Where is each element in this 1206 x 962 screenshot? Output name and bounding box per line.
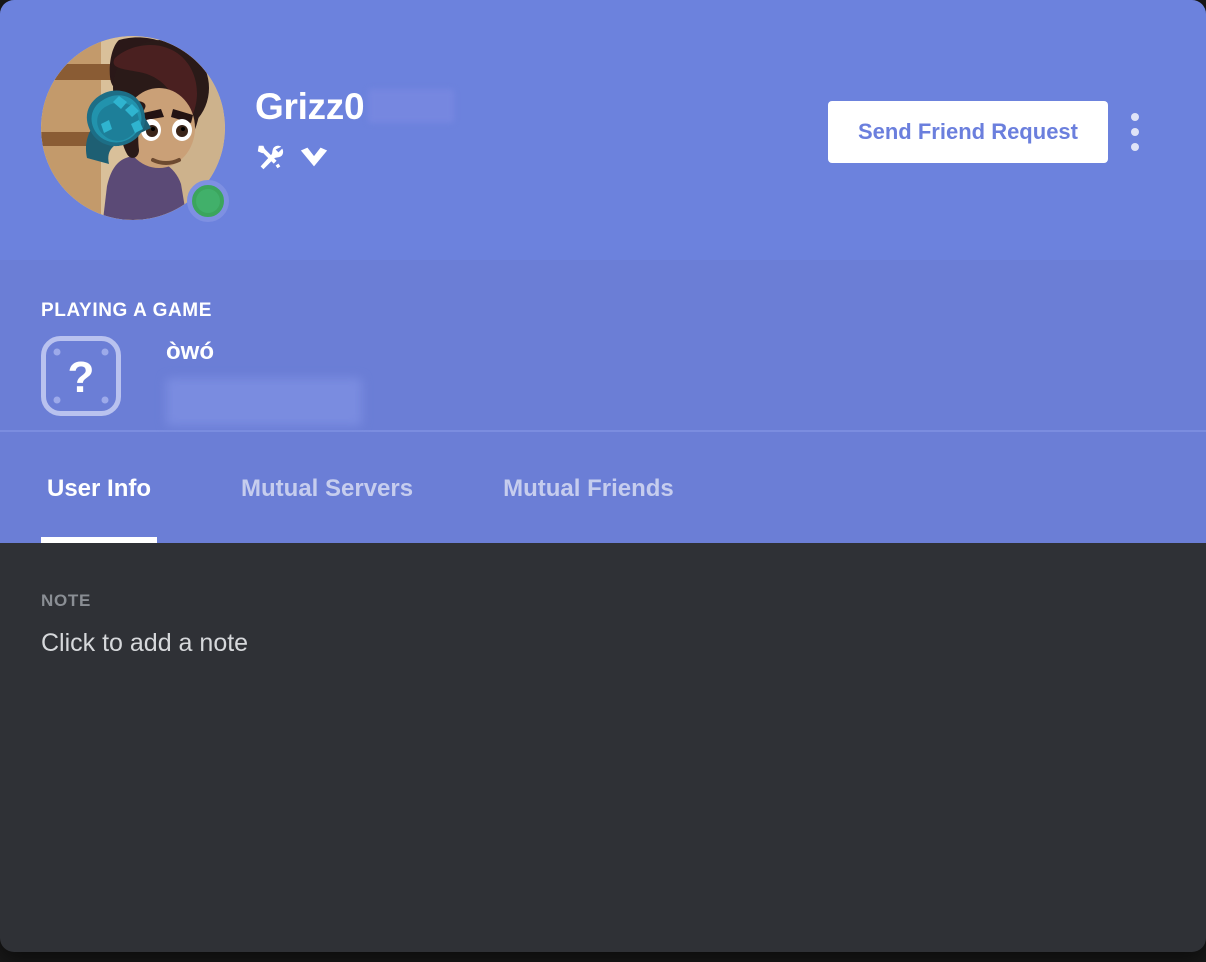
discriminator-redacted: [368, 89, 455, 123]
status-indicator-online: [187, 180, 229, 222]
more-options-icon[interactable]: [1112, 101, 1158, 163]
profile-header: Grizz0 Send Friend Request: [0, 0, 1206, 260]
activity-text: òwó: [166, 336, 362, 426]
note-label: NOTE: [41, 591, 92, 610]
svg-text:?: ?: [68, 353, 95, 402]
tab-mutual-friends[interactable]: Mutual Friends: [497, 432, 680, 543]
more-dot: [1131, 128, 1139, 136]
note-section: NOTE: [0, 543, 1206, 912]
game-name: òwó: [166, 338, 214, 365]
tab-mutual-servers[interactable]: Mutual Servers: [235, 432, 419, 543]
screen: Grizz0 Send Friend Request PLAYING A GAM…: [0, 0, 1206, 962]
more-dot: [1131, 143, 1139, 151]
header-actions: Send Friend Request: [827, 101, 1158, 163]
activity-body: ? òwó: [41, 336, 1165, 426]
avatar-wrapper[interactable]: [41, 36, 229, 222]
user-profile-popout: Grizz0 Send Friend Request PLAYING A GAM…: [0, 0, 1206, 952]
activity-detail-redacted: [166, 378, 362, 426]
identity-block: Grizz0: [255, 82, 455, 172]
username: Grizz0: [255, 85, 365, 127]
more-dot: [1131, 113, 1139, 121]
activity-section: PLAYING A GAME ? òwó: [0, 260, 1206, 432]
username-row: Grizz0: [255, 82, 455, 130]
activity-section-title: PLAYING A GAME: [41, 300, 212, 321]
question-mark-game-icon: ?: [41, 336, 121, 416]
badge-row: [255, 142, 454, 172]
hammer-and-wrench-badge[interactable]: [255, 142, 285, 172]
send-friend-request-button[interactable]: Send Friend Request: [827, 101, 1108, 163]
profile-tab-bar: User Info Mutual Servers Mutual Friends: [0, 432, 1206, 543]
hypesquad-bravery-badge[interactable]: [299, 142, 329, 172]
tab-user-info[interactable]: User Info: [41, 432, 158, 543]
note-input[interactable]: [41, 629, 1165, 658]
